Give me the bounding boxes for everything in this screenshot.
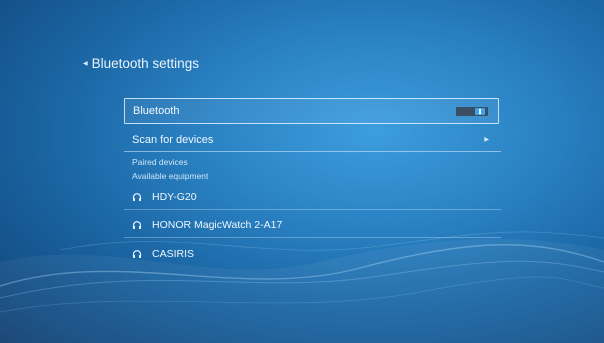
paired-devices-label: Paired devices bbox=[132, 157, 188, 167]
chevron-right-icon: ▶ bbox=[484, 137, 489, 143]
device-item-hdy-g20[interactable]: HDY-G20 bbox=[124, 184, 501, 210]
scan-label: Scan for devices bbox=[132, 133, 214, 146]
switch-knob bbox=[475, 107, 485, 115]
back-arrow-icon: ◀ bbox=[83, 60, 88, 67]
headphones-icon bbox=[132, 192, 142, 201]
headphones-icon bbox=[132, 220, 142, 229]
scan-for-devices-row[interactable]: Scan for devices ▶ bbox=[124, 128, 501, 152]
device-item-honor-magicwatch[interactable]: HONOR MagicWatch 2-A17 bbox=[124, 212, 501, 238]
bluetooth-label: Bluetooth bbox=[133, 105, 180, 117]
device-item-casiris[interactable]: CASIRIS bbox=[124, 241, 501, 267]
bluetooth-toggle-row[interactable]: Bluetooth bbox=[124, 98, 499, 124]
headphones-icon bbox=[132, 250, 142, 258]
available-equipment-label: Available equipment bbox=[132, 171, 209, 181]
device-name: HONOR MagicWatch 2-A17 bbox=[152, 218, 283, 231]
device-name: HDY-G20 bbox=[152, 190, 197, 203]
back-button[interactable]: ◀ Bluetooth settings bbox=[83, 56, 199, 71]
device-name: CASIRIS bbox=[152, 248, 195, 260]
page-title: Bluetooth settings bbox=[91, 56, 199, 71]
background-waves bbox=[0, 231, 604, 343]
bluetooth-switch[interactable] bbox=[456, 106, 488, 116]
